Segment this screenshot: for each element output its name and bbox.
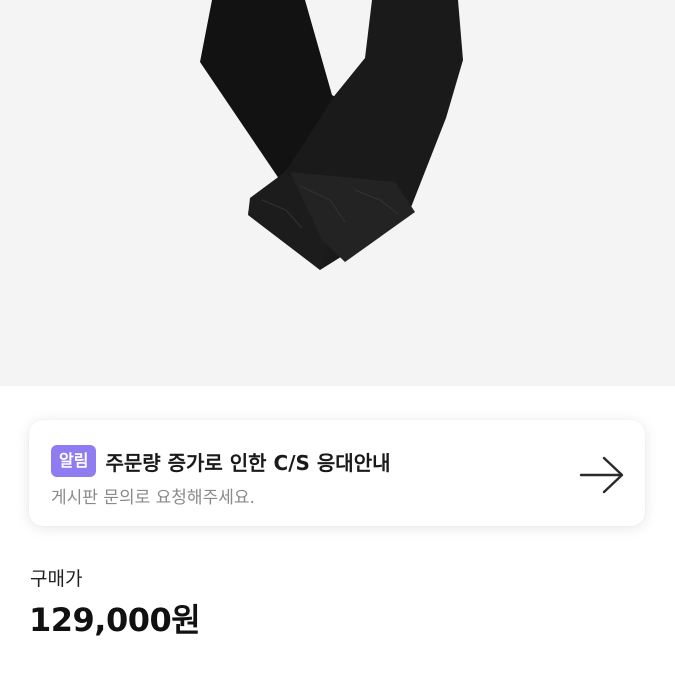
notice-badge: 알림 (51, 445, 97, 477)
arrow-right-icon[interactable] (579, 455, 625, 495)
notice-card[interactable]: 알림 주문량 증가로 인한 C/S 응대안내 게시판 문의로 요청해주세요. (29, 420, 645, 526)
black-arm-sleeves-image (200, 0, 463, 270)
notice-header: 알림 주문량 증가로 인한 C/S 응대안내 (51, 445, 391, 477)
product-image[interactable] (0, 0, 675, 386)
price-label: 구매가 (30, 568, 83, 590)
price-value: 129,000원 (29, 601, 201, 639)
notice-title: 주문량 증가로 인한 C/S 응대안내 (105, 450, 391, 475)
notice-subtitle: 게시판 문의로 요청해주세요. (51, 488, 255, 508)
